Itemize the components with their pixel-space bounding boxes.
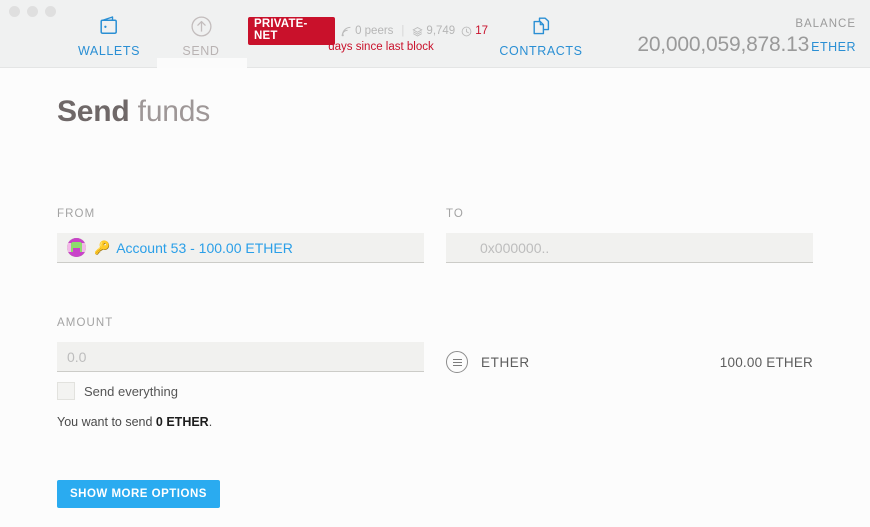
page-title: Send funds (57, 95, 813, 129)
tab-contracts-label: CONTRACTS (499, 44, 583, 58)
amount-placeholder: 0.0 (67, 348, 87, 365)
network-status-row: PRIVATE-NET 0 peers | 9,749 17 (248, 17, 488, 45)
to-address-input[interactable]: 0x000000.. (446, 233, 813, 263)
block-icon (412, 26, 424, 37)
clock-icon (461, 26, 472, 36)
last-block-age: 17 (461, 25, 488, 37)
currency-amount: 100.00 ETHER (719, 354, 813, 370)
tab-wallets-label: WALLETS (77, 44, 141, 58)
to-address-placeholder: 0x000000.. (480, 239, 550, 256)
balance-unit: ETHER (811, 40, 856, 54)
currency-row-ether[interactable]: ETHER 100.00 ETHER (446, 351, 813, 373)
from-to-row: FROM 🔑 Account 53 - 100.00 ETHER TO 0x00… (57, 208, 813, 263)
list-circle-icon (446, 351, 468, 373)
send-arrow-icon (149, 13, 253, 39)
block-count: 9,749 (412, 25, 455, 37)
tab-send-label: SEND (182, 44, 220, 58)
send-summary-amount: 0 ETHER (155, 415, 209, 429)
amount-input[interactable]: 0.0 (57, 342, 424, 372)
from-account-select[interactable]: 🔑 Account 53 - 100.00 ETHER (57, 233, 424, 263)
balance-value-row: 20,000,059,878.13 ETHER (637, 33, 856, 57)
from-field-group: FROM 🔑 Account 53 - 100.00 ETHER (57, 208, 424, 263)
from-label: FROM (57, 208, 96, 220)
balance-label: BALANCE (795, 18, 856, 30)
account-identicon (67, 238, 86, 257)
block-count-label: 9,749 (426, 25, 456, 37)
send-summary-suffix: . (208, 415, 213, 429)
network-badge[interactable]: PRIVATE-NET (248, 17, 336, 45)
amount-label: AMOUNT (57, 317, 114, 329)
tab-wallets[interactable]: WALLETS (57, 13, 161, 58)
balance-block: BALANCE 20,000,059,878.13 ETHER (637, 18, 856, 57)
send-everything-checkbox[interactable] (57, 382, 75, 400)
from-account-text: Account 53 - 100.00 ETHER (116, 239, 293, 256)
send-everything-label: Send everything (84, 383, 178, 399)
tab-contracts[interactable]: CONTRACTS (489, 13, 593, 58)
key-icon: 🔑 (94, 240, 111, 255)
app-window: WALLETS SEND CONTRACTS PRIVATE-NET 0 pee… (0, 0, 870, 527)
documents-icon (489, 13, 593, 39)
balance-amount: 20,000,059,878.13 (637, 33, 810, 56)
to-field-group: TO 0x000000.. (446, 208, 813, 263)
page-title-light: funds (129, 95, 211, 128)
send-summary: You want to send 0 ETHER. (57, 415, 424, 429)
send-everything-row[interactable]: Send everything (57, 382, 424, 400)
currency-column: ETHER 100.00 ETHER (446, 317, 813, 429)
app-header: WALLETS SEND CONTRACTS PRIVATE-NET 0 pee… (0, 0, 870, 68)
status-separator: | (401, 25, 405, 37)
amount-row: AMOUNT 0.0 Send everything You want to s… (57, 317, 813, 429)
currency-name: ETHER (481, 354, 530, 370)
send-funds-page: Send funds FROM 🔑 Account 53 - 100.00 ET… (0, 95, 870, 508)
peer-count: 0 peers (341, 25, 393, 37)
tab-send[interactable]: SEND (149, 13, 253, 58)
to-label: TO (446, 208, 464, 220)
show-more-options-button[interactable]: SHOW MORE OPTIONS (57, 480, 220, 508)
send-summary-prefix: You want to send (57, 415, 156, 429)
last-block-days: 17 (475, 25, 488, 37)
signal-icon (341, 26, 351, 36)
wallet-icon (57, 13, 161, 39)
page-title-strong: Send (57, 95, 130, 128)
amount-field-group: AMOUNT 0.0 Send everything You want to s… (57, 317, 424, 429)
peer-count-label: 0 peers (355, 25, 394, 37)
network-status: PRIVATE-NET 0 peers | 9,749 17 days sinc… (248, 17, 488, 53)
